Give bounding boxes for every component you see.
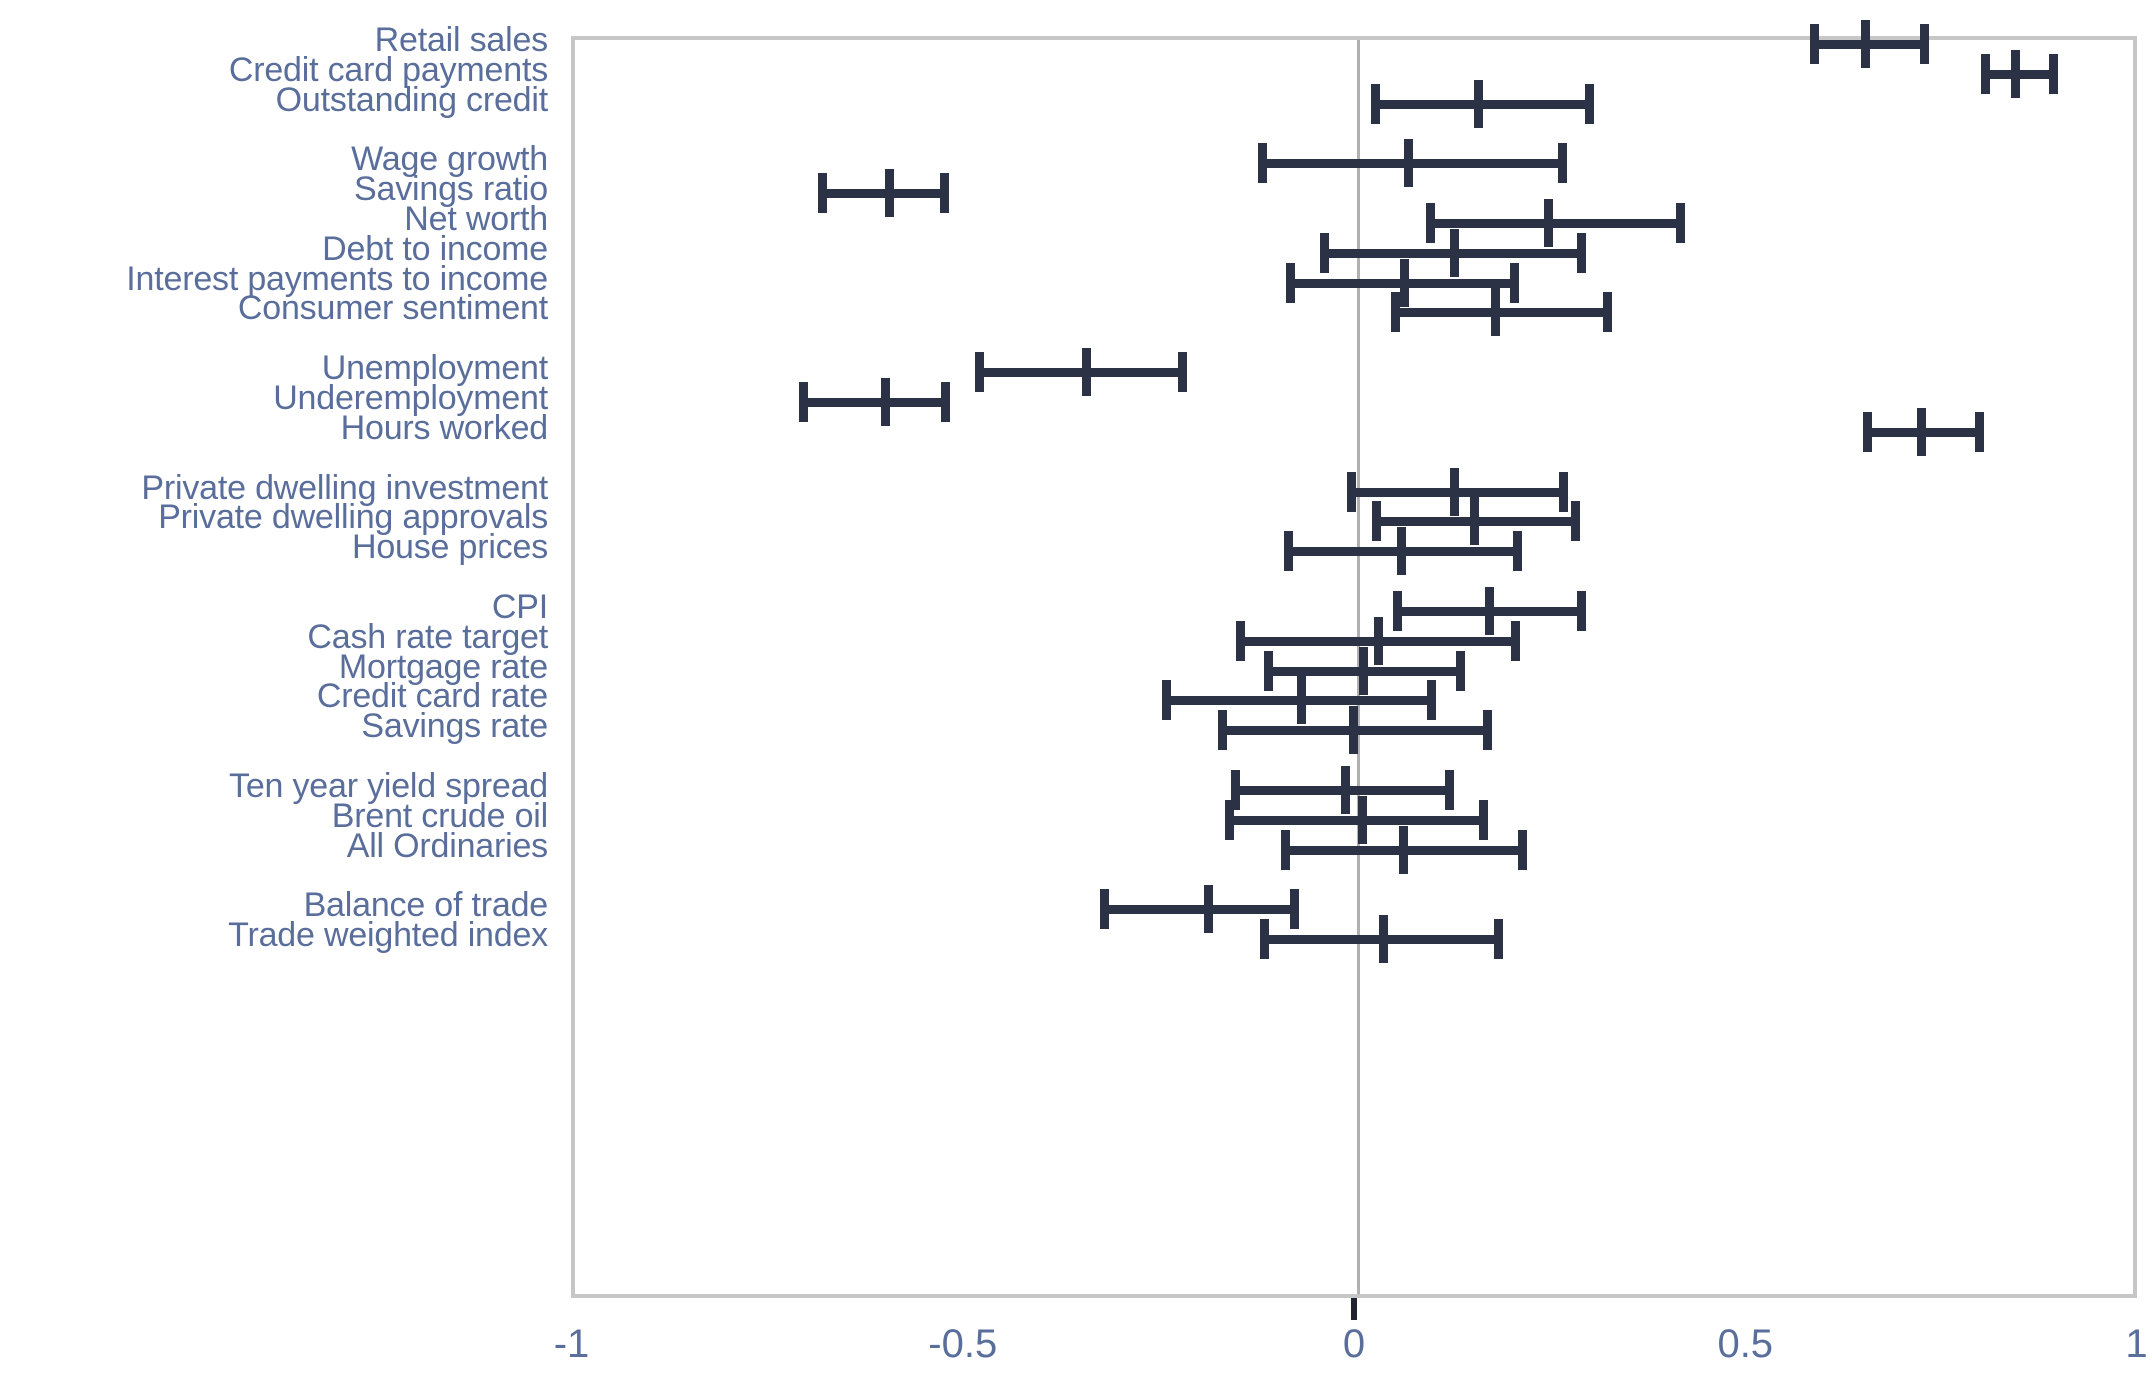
interval-cap-low bbox=[1347, 471, 1357, 512]
point-estimate-marker bbox=[1296, 676, 1306, 725]
interval-cap-low bbox=[1980, 53, 1990, 94]
x-tick-label: 1 bbox=[2125, 1322, 2148, 1366]
point-estimate-marker bbox=[1861, 20, 1871, 68]
interval-cap-high bbox=[1427, 680, 1437, 721]
point-estimate-marker bbox=[1484, 587, 1494, 635]
plot-area bbox=[571, 20, 2137, 1298]
point-estimate-marker bbox=[1397, 527, 1407, 576]
interval-cap-low bbox=[1224, 799, 1234, 840]
interval-cap-low bbox=[974, 352, 984, 393]
category-label: Consumer sentiment bbox=[237, 289, 548, 328]
interval-cap-high bbox=[1513, 531, 1523, 572]
interval-cap-low bbox=[1161, 680, 1171, 721]
interval-bar bbox=[1426, 219, 1686, 228]
x-tick-label: 0.5 bbox=[1717, 1322, 1774, 1366]
interval-cap-low bbox=[1390, 292, 1400, 333]
x-tick-mark bbox=[1351, 1298, 1357, 1320]
interval-cap-high bbox=[1178, 352, 1188, 393]
point-estimate-marker bbox=[1349, 706, 1359, 755]
interval-cap-low bbox=[1371, 83, 1381, 124]
point-estimate-marker bbox=[1398, 825, 1408, 874]
interval-cap-high bbox=[2049, 53, 2059, 94]
interval-cap-high bbox=[1975, 411, 1984, 452]
category-label-column: Retail sales Credit card payments Outstand… bbox=[0, 0, 560, 1300]
interval-cap-high bbox=[1571, 501, 1581, 542]
interval-cap-high bbox=[1557, 143, 1567, 184]
interval-cap-low bbox=[1264, 650, 1274, 691]
x-tick-label: -0.5 bbox=[928, 1322, 998, 1366]
interval-cap-low bbox=[798, 382, 808, 422]
point-estimate-marker bbox=[880, 378, 890, 426]
interval-cap-low bbox=[1393, 591, 1403, 631]
interval-cap-high bbox=[1518, 829, 1528, 870]
interval-cap-low bbox=[1372, 501, 1382, 542]
interval-cap-high bbox=[1290, 889, 1300, 930]
interval-cap-high bbox=[1456, 650, 1466, 691]
point-estimate-marker bbox=[1473, 79, 1483, 128]
interval-cap-high bbox=[1676, 203, 1686, 243]
point-estimate-marker bbox=[1203, 885, 1213, 934]
point-estimate-marker bbox=[1404, 139, 1414, 188]
category-label: Outstanding credit bbox=[275, 80, 549, 119]
interval-bar bbox=[1099, 905, 1300, 915]
interval-cap-low bbox=[1862, 411, 1872, 452]
interval-cap-high bbox=[1602, 292, 1612, 333]
interval-cap-high bbox=[1493, 919, 1503, 960]
interval-cap-low bbox=[1217, 710, 1227, 751]
forecast-interval-chart: Retail sales Credit card payments Outstand… bbox=[0, 0, 2152, 1376]
interval-cap-low bbox=[1260, 919, 1270, 960]
point-estimate-marker bbox=[2011, 49, 2021, 98]
interval-cap-high bbox=[1510, 262, 1520, 303]
point-estimate-marker bbox=[1544, 199, 1554, 247]
point-estimate-marker bbox=[1917, 407, 1927, 456]
interval-cap-high bbox=[1577, 232, 1587, 273]
interval-cap-low bbox=[1319, 232, 1329, 273]
interval-cap-low bbox=[1235, 620, 1245, 661]
point-estimate-marker bbox=[1490, 288, 1500, 337]
category-label: All Ordinaries bbox=[346, 826, 548, 865]
point-estimate-marker bbox=[1450, 467, 1460, 516]
interval-cap-high bbox=[1478, 799, 1488, 840]
category-label: Savings rate bbox=[361, 707, 548, 746]
interval-cap-high bbox=[1510, 620, 1520, 661]
point-estimate-marker bbox=[1379, 915, 1389, 964]
x-axis: -1 -0.5 0 0.5 1 bbox=[554, 1298, 2148, 1376]
point-estimate-marker bbox=[1358, 646, 1368, 695]
interval-bar bbox=[818, 189, 949, 199]
category-label: Hours worked bbox=[340, 408, 549, 447]
interval-cap-low bbox=[1809, 24, 1819, 64]
interval-cap-low bbox=[1257, 143, 1267, 184]
interval-cap-low bbox=[1286, 262, 1295, 303]
interval-cap-low bbox=[818, 173, 828, 214]
interval-cap-high bbox=[941, 382, 951, 422]
interval-cap-low bbox=[1426, 203, 1436, 243]
interval-bar bbox=[1371, 99, 1595, 109]
interval-cap-high bbox=[1445, 770, 1455, 810]
point-estimate-marker bbox=[1469, 497, 1479, 546]
point-estimate-marker bbox=[1081, 348, 1091, 397]
interval-cap-high bbox=[1482, 710, 1492, 751]
category-label: House prices bbox=[351, 528, 548, 567]
interval-cap-low bbox=[1281, 829, 1291, 870]
x-tick-label: 0 bbox=[1342, 1322, 1366, 1366]
point-estimate-marker bbox=[1400, 258, 1410, 307]
interval-cap-low bbox=[1283, 531, 1293, 572]
interval-cap-low bbox=[1099, 889, 1109, 930]
point-estimate-marker bbox=[1340, 766, 1350, 814]
point-estimate-marker bbox=[884, 169, 894, 218]
interval-cap-high bbox=[1577, 591, 1587, 631]
point-estimate-marker bbox=[1374, 616, 1384, 665]
point-estimate-marker bbox=[1357, 795, 1367, 844]
interval-cap-high bbox=[1920, 24, 1930, 64]
x-tick-label: -1 bbox=[553, 1322, 590, 1366]
interval-bar bbox=[1390, 308, 1612, 318]
point-estimate-marker bbox=[1450, 228, 1460, 277]
interval-bar bbox=[798, 398, 951, 407]
interval-cap-high bbox=[1585, 83, 1595, 124]
interval-bar bbox=[1224, 815, 1488, 825]
interval-cap-high bbox=[1559, 471, 1569, 512]
category-label: Trade weighted index bbox=[228, 916, 548, 955]
interval-cap-high bbox=[939, 173, 949, 214]
